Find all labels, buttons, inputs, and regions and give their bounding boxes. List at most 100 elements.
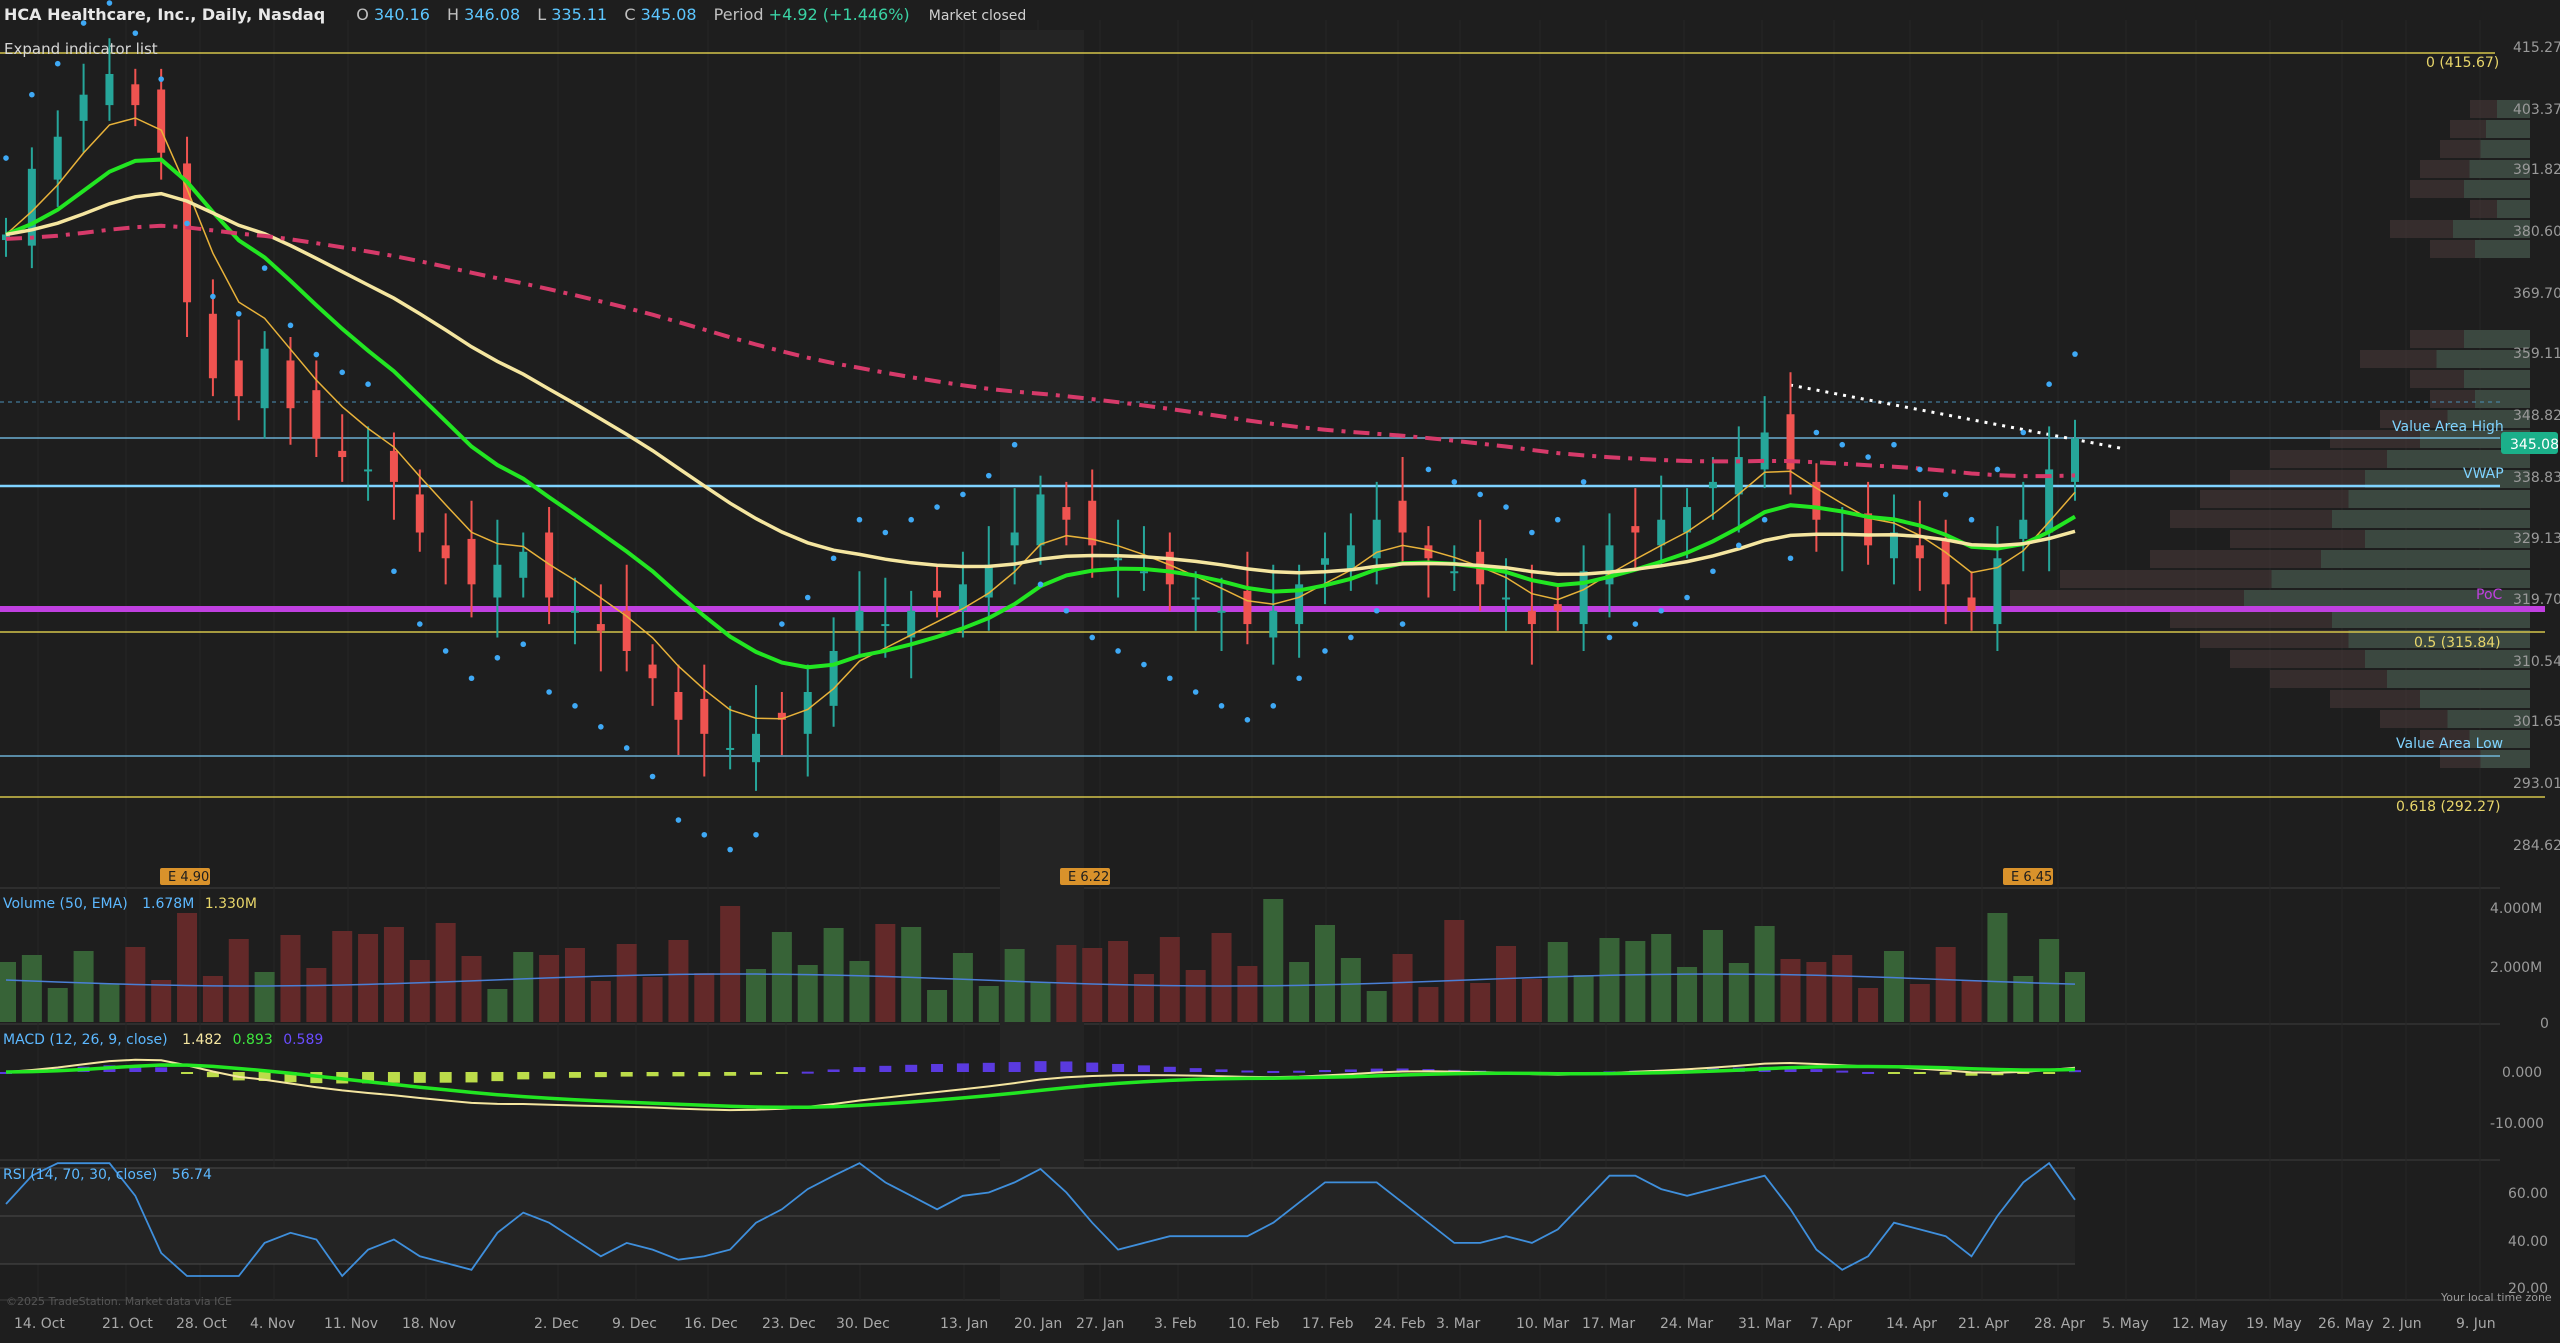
symbol-title[interactable]: HCA Healthcare, Inc., Daily, Nasdaq	[4, 5, 325, 24]
volume-bar	[409, 960, 430, 1022]
sar-dot	[1917, 466, 1923, 473]
macd-histogram-bar	[1034, 1061, 1047, 1072]
volume-bar	[1521, 979, 1542, 1022]
macd-histogram-bar	[827, 1069, 840, 1072]
last-price-label: 345.08	[2510, 437, 2559, 453]
sar-dot	[1891, 441, 1897, 448]
candle-body	[596, 624, 605, 631]
volume-bar	[2065, 972, 2085, 1022]
candle-body	[53, 136, 62, 180]
time-label: 5. May	[2102, 1316, 2149, 1332]
chart-canvas[interactable]: 415.27 403.37 391.82 380.60 369.70 359.1…	[0, 0, 2560, 1343]
sar-dot	[313, 351, 320, 358]
candle-body	[881, 624, 890, 627]
sar-dot	[908, 516, 914, 523]
volume-bar	[73, 951, 94, 1022]
macd-histogram-bar	[1318, 1070, 1331, 1073]
sar-dot	[675, 817, 682, 823]
profile-bar	[2420, 690, 2530, 708]
sar-dot	[2020, 429, 2027, 436]
time-label: 17. Feb	[1302, 1316, 1354, 1332]
candle-body	[1398, 500, 1407, 533]
macd-value-3: 0.589	[283, 1032, 323, 1048]
sar-dot	[1218, 703, 1225, 709]
low-value: 335.11	[551, 5, 608, 24]
volume-bar	[564, 948, 585, 1022]
volume-bar	[1237, 966, 1258, 1022]
price-tick: 359.11	[2513, 346, 2560, 362]
close-key: C	[624, 5, 636, 24]
macd-histogram-bar	[775, 1072, 788, 1074]
time-label: 24. Feb	[1374, 1316, 1426, 1332]
volume-bar	[0, 962, 16, 1022]
macd-value-1: 1.482	[182, 1032, 222, 1048]
time-label: 18. Nov	[402, 1316, 456, 1332]
macd-histogram-bar	[801, 1071, 814, 1074]
profile-bar	[2464, 370, 2530, 388]
volume-bar	[1470, 983, 1491, 1022]
rsi-panel-title[interactable]: RSI (14, 70, 30, close) 56.74	[3, 1167, 212, 1183]
candle-body	[105, 73, 114, 106]
volume-bar	[1366, 991, 1387, 1022]
candle-body	[338, 450, 347, 458]
sar-dot	[261, 265, 268, 271]
volume-bar	[1935, 947, 1956, 1022]
volume-bar	[797, 965, 818, 1022]
volume-bar	[177, 913, 198, 1022]
sar-dot	[1322, 648, 1328, 654]
sar-dot	[1710, 568, 1716, 575]
value-area-low-label: Value Area Low	[2396, 736, 2503, 752]
macd-histogram-bar	[1086, 1062, 1099, 1072]
sar-dot	[1606, 634, 1613, 641]
sar-dot	[856, 516, 863, 523]
price-tick: 319.70	[2513, 592, 2560, 608]
candle-body	[441, 545, 450, 559]
candle-body	[1036, 494, 1045, 546]
volume-bar	[1211, 933, 1232, 1022]
sar-dot	[1451, 479, 1458, 485]
macd-histogram-bar	[1939, 1072, 1952, 1075]
sar-dot	[1192, 689, 1199, 695]
sar-dot	[391, 568, 397, 575]
volume-panel-title[interactable]: Volume (50, EMA) 1.678M 1.330M	[3, 896, 257, 912]
macd-histogram-bar	[1836, 1070, 1849, 1073]
volume-bar	[306, 968, 327, 1022]
sar-dot	[985, 472, 992, 479]
volume-bar	[487, 989, 508, 1022]
high-value: 346.08	[464, 5, 521, 24]
volume-bar	[151, 980, 172, 1022]
macd-panel-title[interactable]: MACD (12, 26, 9, close) 1.482 0.893 0.58…	[3, 1032, 323, 1048]
candle-body	[1579, 571, 1588, 625]
macd-histogram-bar	[1267, 1070, 1280, 1073]
candle-body	[829, 650, 838, 706]
sar-dot	[1865, 454, 1871, 460]
time-label: 3. Mar	[1436, 1316, 1480, 1332]
macd-histogram-bar	[724, 1072, 737, 1076]
expand-indicator-list[interactable]: Expand indicator list	[4, 40, 158, 58]
volume-bar	[539, 955, 560, 1022]
volume-bar	[642, 977, 663, 1022]
volume-bar	[461, 956, 482, 1022]
macd-histogram-bar	[1060, 1061, 1073, 1072]
volume-bar	[332, 931, 353, 1022]
sar-dot	[1684, 594, 1690, 601]
volume-bar	[435, 923, 456, 1022]
session-shade	[1000, 30, 1084, 1300]
sar-dot	[210, 293, 216, 300]
macd-tick: -10.000	[2490, 1116, 2544, 1132]
macd-histogram-bar	[672, 1072, 685, 1077]
symbol-header: HCA Healthcare, Inc., Daily, Nasdaq O 34…	[4, 5, 1026, 24]
rsi-title: RSI (14, 70, 30, close)	[3, 1167, 157, 1183]
macd-histogram-bar	[155, 1067, 168, 1072]
time-label: 31. Mar	[1738, 1316, 1791, 1332]
sar-dot	[1761, 516, 1768, 523]
candle-body	[1165, 551, 1174, 585]
volume-bar	[47, 988, 68, 1022]
sar-dot	[3, 155, 9, 161]
sar-dot	[1348, 634, 1354, 641]
macd-histogram-bar	[1862, 1071, 1875, 1074]
volume-bar	[513, 952, 534, 1022]
volume-bar	[1289, 962, 1310, 1022]
candle-body	[1967, 597, 1976, 611]
sar-dot	[1425, 466, 1432, 473]
